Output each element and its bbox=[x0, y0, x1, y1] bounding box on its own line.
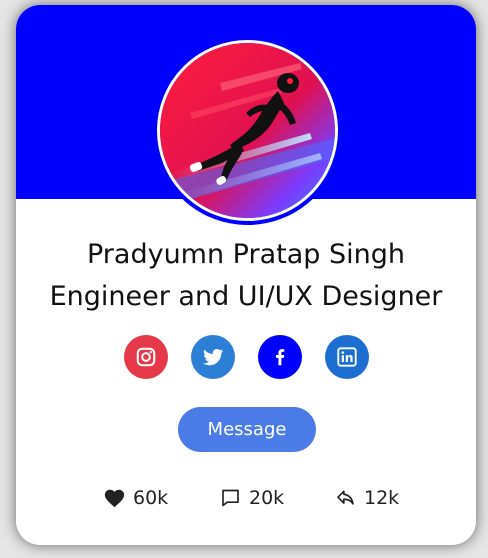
comment-icon bbox=[222, 489, 239, 507]
comments-stat[interactable]: 20k bbox=[220, 485, 284, 511]
message-button[interactable]: Message bbox=[178, 407, 316, 452]
profile-card: Pradyumn Pratap Singh Engineer and UI/UX… bbox=[16, 5, 476, 545]
avatar-illustration bbox=[160, 43, 335, 218]
comments-count: 20k bbox=[249, 487, 285, 509]
linkedin-button[interactable] bbox=[325, 335, 369, 379]
likes-count: 60k bbox=[133, 487, 169, 509]
linkedin-icon bbox=[337, 347, 357, 367]
avatar bbox=[157, 40, 338, 221]
heart-icon bbox=[104, 489, 125, 508]
facebook-icon bbox=[275, 349, 285, 366]
profile-role: Engineer and UI/UX Designer bbox=[49, 281, 443, 312]
social-links bbox=[124, 335, 370, 379]
share-icon bbox=[337, 490, 354, 505]
facebook-button[interactable] bbox=[258, 335, 302, 379]
instagram-button[interactable] bbox=[124, 335, 168, 379]
likes-stat[interactable]: 60k bbox=[104, 485, 168, 511]
instagram-icon bbox=[136, 347, 156, 367]
twitter-icon bbox=[203, 348, 224, 366]
twitter-button[interactable] bbox=[191, 335, 235, 379]
shares-stat[interactable]: 12k bbox=[335, 485, 399, 511]
profile-name: Pradyumn Pratap Singh bbox=[87, 239, 405, 270]
shares-count: 12k bbox=[364, 487, 400, 509]
